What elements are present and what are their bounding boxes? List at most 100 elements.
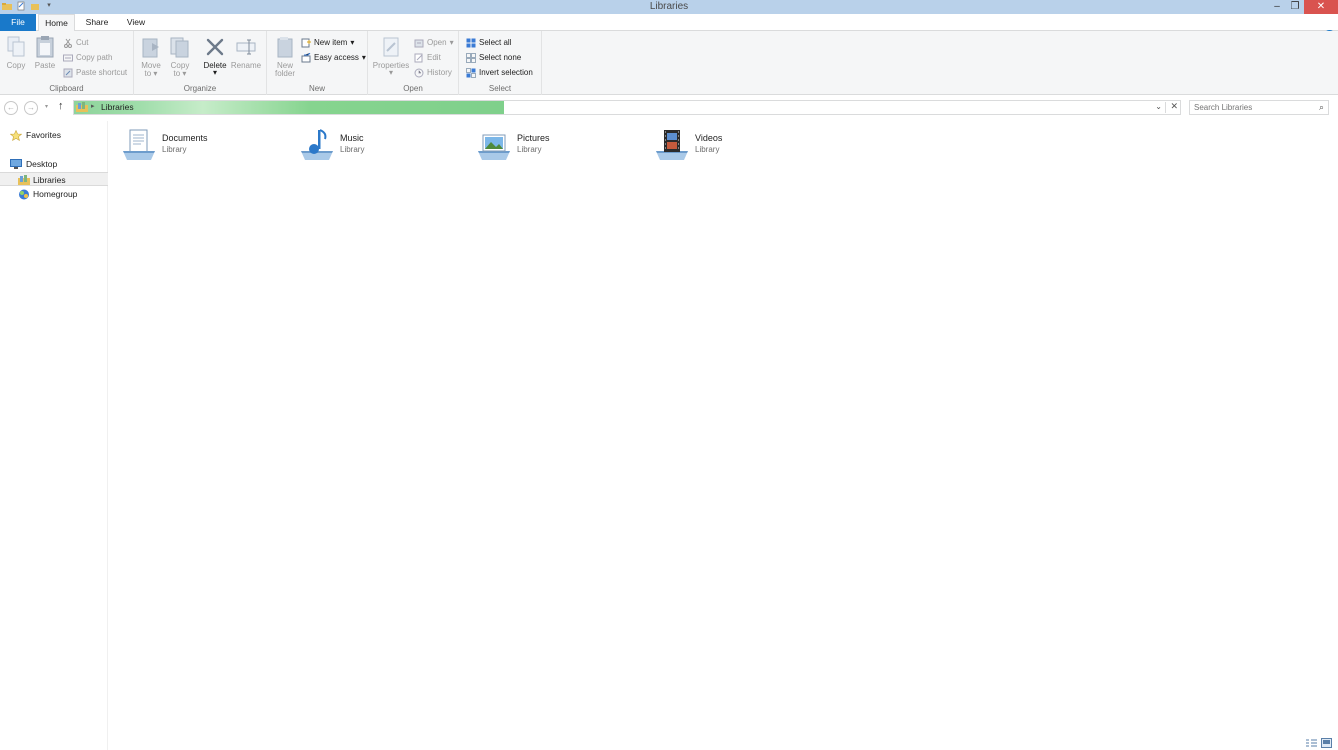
forward-button[interactable]: → xyxy=(24,101,38,115)
properties-button[interactable]: Properties ▾ xyxy=(372,35,410,77)
edit-button[interactable]: Edit xyxy=(414,51,441,64)
desktop-icon xyxy=(10,159,22,169)
tab-file[interactable]: File xyxy=(0,14,36,31)
select-none-label: Select none xyxy=(479,53,522,62)
rename-button[interactable]: Rename xyxy=(230,35,262,70)
move-to-button[interactable]: Move to ▾ xyxy=(136,35,166,78)
recent-locations-dropdown-icon[interactable]: ▾ xyxy=(45,103,48,110)
library-type: Library xyxy=(340,145,365,154)
history-label: History xyxy=(427,68,452,77)
copy-path-button[interactable]: Copy path xyxy=(63,51,112,64)
nav-item-homegroup[interactable]: Homegroup xyxy=(0,187,108,201)
libraries-icon xyxy=(76,102,88,112)
details-view-icon[interactable] xyxy=(1306,738,1317,748)
tab-home[interactable]: Home xyxy=(38,14,75,32)
ribbon: Copy Paste Cut Copy path Paste shortcut … xyxy=(0,31,1338,95)
new-folder-label-2: folder xyxy=(274,69,295,78)
search-icon[interactable]: ⌕ xyxy=(1319,102,1324,113)
paste-shortcut-button[interactable]: Paste shortcut xyxy=(63,66,127,79)
invert-selection-icon xyxy=(466,67,476,78)
select-group: Select all Select none Invert selection … xyxy=(459,31,542,95)
organize-group: Move to ▾ Copy to ▾ Delete ▾ Rename Orga… xyxy=(134,31,267,95)
history-button[interactable]: History xyxy=(414,66,452,79)
invert-selection-button[interactable]: Invert selection xyxy=(466,66,533,79)
library-name: Documents xyxy=(162,133,208,143)
music-library-icon xyxy=(299,127,335,161)
address-dropdown-icon[interactable]: ⌄ xyxy=(1155,102,1162,111)
properties-icon xyxy=(380,35,402,59)
new-group-title: New xyxy=(308,84,325,93)
large-icons-view-icon[interactable] xyxy=(1321,738,1332,748)
nav-item-favorites[interactable]: Favorites xyxy=(0,128,108,142)
move-to-label-2: to xyxy=(144,69,152,78)
library-item-documents[interactable]: Documents Library xyxy=(113,125,283,165)
tab-view[interactable]: View xyxy=(120,14,152,31)
new-folder-button[interactable]: New folder xyxy=(270,35,300,78)
paste-button[interactable]: Paste xyxy=(30,35,60,70)
search-box[interactable]: ⌕ xyxy=(1189,100,1329,115)
address-progress-fill xyxy=(74,101,504,114)
close-button[interactable]: ✕ xyxy=(1304,0,1338,14)
paste-label: Paste xyxy=(34,61,56,70)
copy-path-icon xyxy=(63,53,73,63)
easy-access-button[interactable]: Easy access ▾ xyxy=(301,51,366,64)
stop-loading-icon[interactable]: ✕ xyxy=(1170,101,1178,112)
copy-button[interactable]: Copy xyxy=(1,35,31,70)
new-item-button[interactable]: New item ▾ xyxy=(301,36,354,49)
view-switcher xyxy=(1306,738,1332,748)
paste-shortcut-icon xyxy=(63,68,73,78)
select-none-button[interactable]: Select none xyxy=(466,51,521,64)
new-item-label: New item xyxy=(314,38,348,47)
delete-x-icon xyxy=(204,35,226,59)
copy-label: Copy xyxy=(6,61,26,70)
library-type: Library xyxy=(695,145,720,154)
easy-access-label: Easy access xyxy=(314,53,359,62)
scissors-icon xyxy=(63,38,73,48)
libraries-icon xyxy=(18,175,30,185)
nav-item-desktop[interactable]: Desktop xyxy=(0,157,108,171)
up-arrow-icon[interactable]: ↑ xyxy=(58,100,64,112)
rename-label: Rename xyxy=(230,61,262,70)
nav-label-favorites: Favorites xyxy=(26,130,61,140)
star-icon xyxy=(9,129,23,142)
open-icon xyxy=(414,38,424,48)
cut-button[interactable]: Cut xyxy=(63,36,88,49)
documents-library-icon xyxy=(121,127,157,161)
paste-icon xyxy=(34,35,56,59)
clipboard-group: Copy Paste Cut Copy path Paste shortcut … xyxy=(0,31,134,95)
library-type: Library xyxy=(517,145,542,154)
library-item-videos[interactable]: Videos Library xyxy=(646,125,816,165)
new-folder-icon xyxy=(274,35,296,59)
cut-label: Cut xyxy=(76,38,89,47)
copy-path-label: Copy path xyxy=(76,53,113,62)
navigation-pane: Favorites Desktop Libraries Homegroup xyxy=(0,121,108,750)
nav-label-homegroup: Homegroup xyxy=(33,189,78,199)
address-bar[interactable]: ▸ Libraries ⌄ ✕ xyxy=(73,100,1181,115)
open-group-title: Open xyxy=(403,84,423,93)
nav-item-libraries[interactable]: Libraries xyxy=(0,172,108,186)
breadcrumb-chevron-icon[interactable]: ▸ xyxy=(91,102,95,110)
select-all-label: Select all xyxy=(479,38,512,47)
library-name: Pictures xyxy=(517,133,550,143)
move-to-icon xyxy=(140,35,162,59)
new-item-icon xyxy=(301,38,311,48)
copy-to-icon xyxy=(169,35,191,59)
copy-to-button[interactable]: Copy to ▾ xyxy=(165,35,195,78)
open-button[interactable]: Open ▾ xyxy=(414,36,454,49)
content-area: Documents Library Music Library Pictures… xyxy=(110,121,1338,731)
copy-to-label-2: to xyxy=(173,69,181,78)
tab-share[interactable]: Share xyxy=(80,14,114,31)
library-name: Music xyxy=(340,133,364,143)
invert-selection-label: Invert selection xyxy=(479,68,533,77)
select-all-button[interactable]: Select all xyxy=(466,36,511,49)
paste-shortcut-label: Paste shortcut xyxy=(76,68,128,77)
delete-button[interactable]: Delete ▾ xyxy=(200,35,230,77)
library-item-music[interactable]: Music Library xyxy=(291,125,461,165)
rename-icon xyxy=(235,35,257,59)
search-input[interactable] xyxy=(1194,102,1304,113)
forward-arrow-icon: → xyxy=(27,103,35,112)
library-item-pictures[interactable]: Pictures Library xyxy=(468,125,638,165)
breadcrumb-libraries[interactable]: Libraries xyxy=(101,102,134,112)
videos-library-icon xyxy=(654,127,690,161)
back-button[interactable]: ← xyxy=(4,101,18,115)
